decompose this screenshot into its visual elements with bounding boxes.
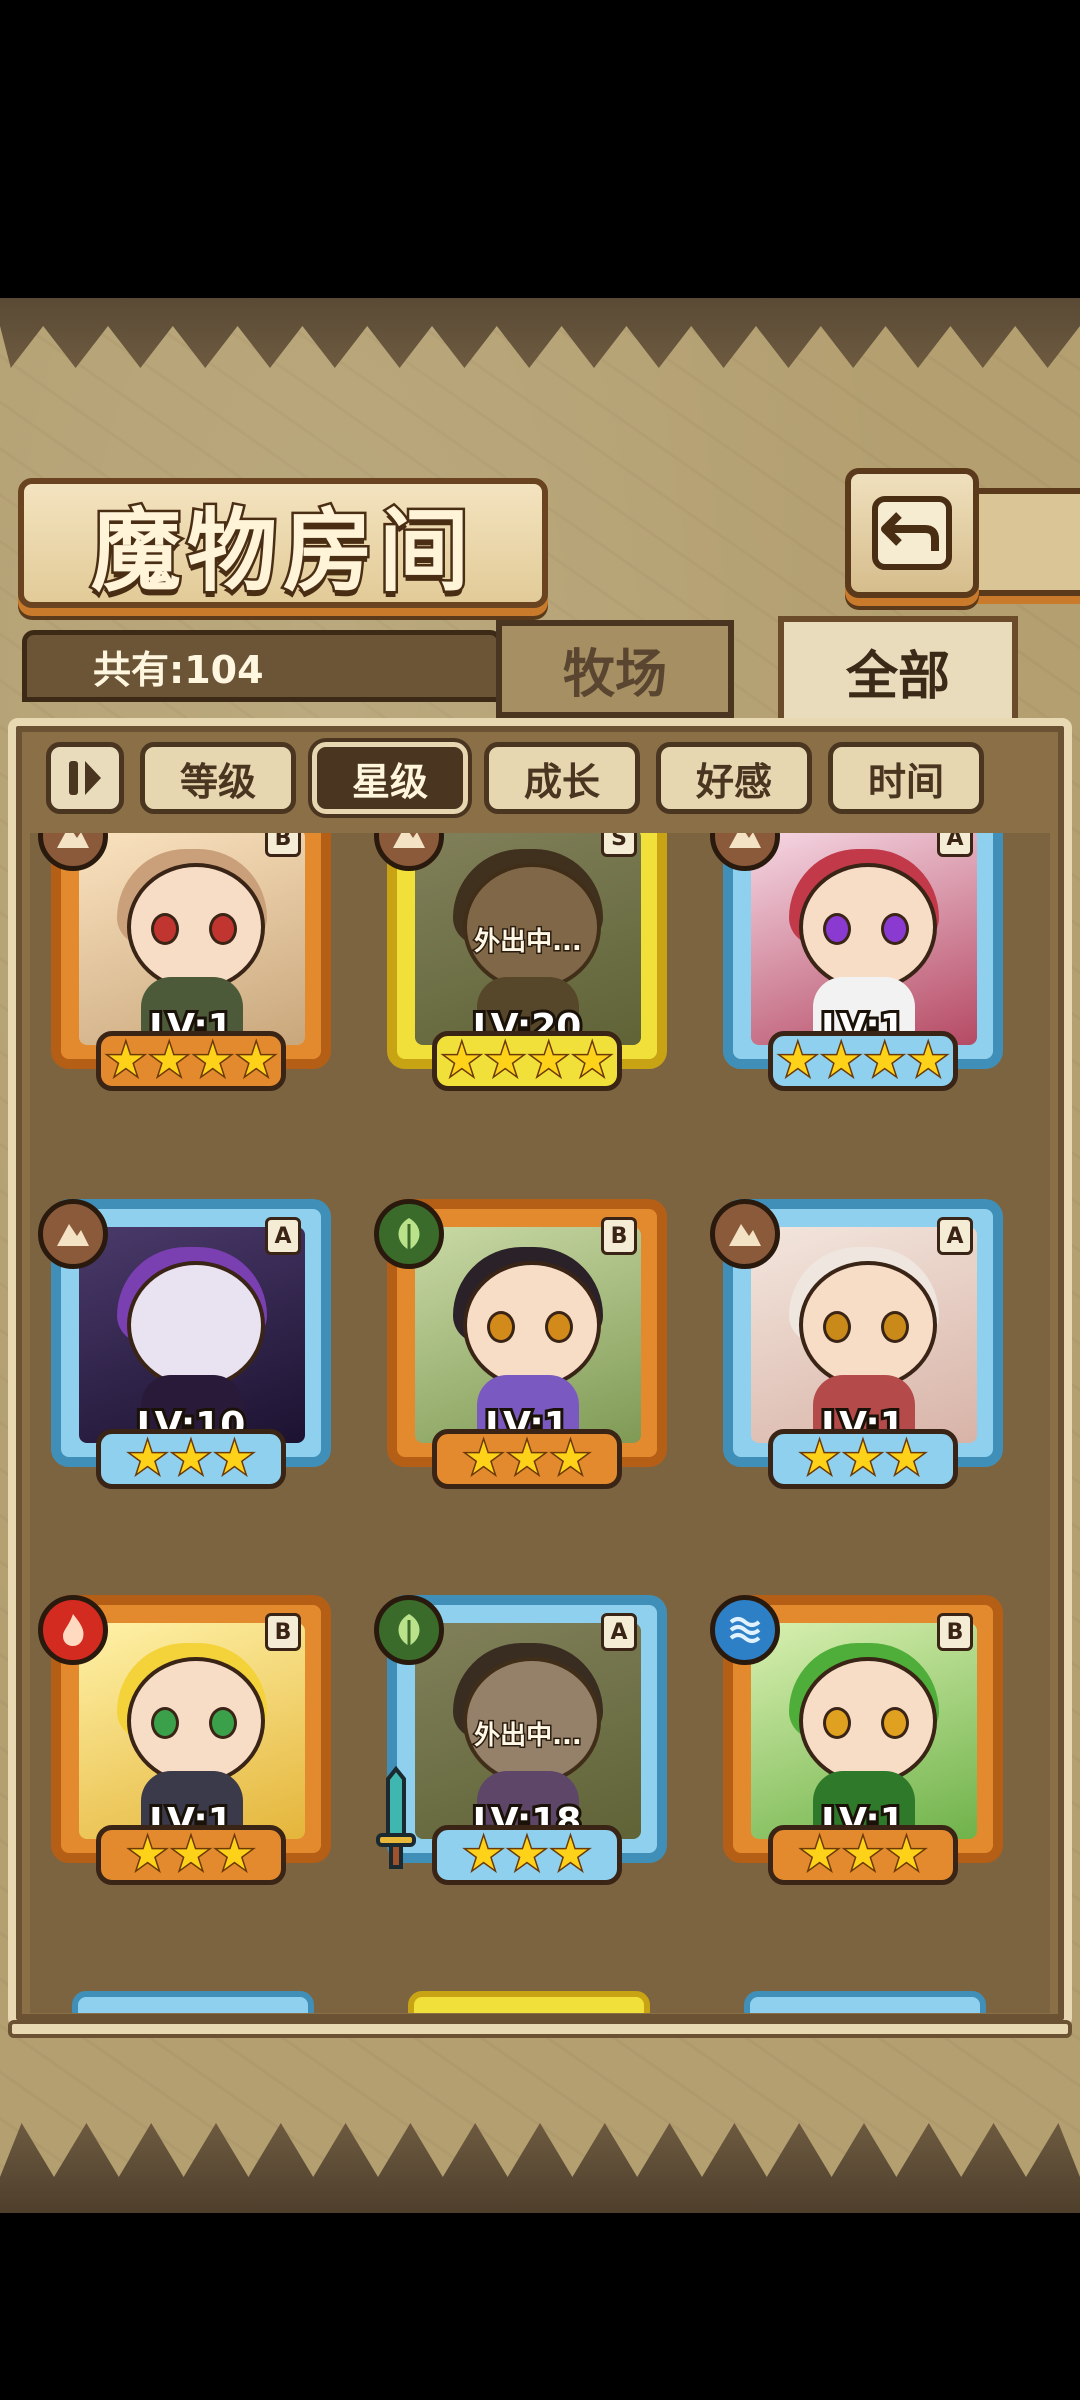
star-icon: ★ <box>863 1035 905 1086</box>
star-rating: ★ ★ ★ <box>768 1429 958 1489</box>
rank-badge: B <box>265 833 301 857</box>
sort-star-button[interactable]: 星级 <box>308 738 472 818</box>
star-rating: ★ ★ ★ <box>432 1429 622 1489</box>
star-icon: ★ <box>549 1433 591 1484</box>
back-button[interactable] <box>845 468 979 598</box>
title-plate: 魔物房间 <box>18 478 548 608</box>
panel-bottom-border <box>8 2020 1072 2038</box>
rank-badge: B <box>601 1217 637 1255</box>
star-icon: ★ <box>798 1433 840 1484</box>
star-icon: ★ <box>126 1433 168 1484</box>
star-rating: ★ ★ ★ ★ <box>768 1031 958 1091</box>
star-icon: ★ <box>441 1035 483 1086</box>
rank-badge: B <box>265 1613 301 1651</box>
water-element-icon <box>710 1595 780 1665</box>
sort-time-button[interactable]: 时间 <box>828 742 984 814</box>
sort-bar: 等级 星级 成长 好感 时间 <box>46 738 1036 818</box>
star-icon: ★ <box>126 1829 168 1880</box>
star-rating: ★ ★ ★ ★ <box>432 1031 622 1091</box>
monster-room-screen: 魔物房间 共有:104 牧场 全部 等级 星级 成长 好感 时间 B LV:1 … <box>0 298 1080 2213</box>
star-icon: ★ <box>148 1035 190 1086</box>
star-icon: ★ <box>842 1433 884 1484</box>
star-icon: ★ <box>506 1433 548 1484</box>
star-icon: ★ <box>842 1829 884 1880</box>
star-icon: ★ <box>885 1433 927 1484</box>
fire-element-icon <box>38 1595 108 1665</box>
star-rating: ★ ★ ★ <box>768 1825 958 1885</box>
star-rating: ★ ★ ★ ★ <box>96 1031 286 1091</box>
sort-affection-button[interactable]: 好感 <box>656 742 812 814</box>
rank-badge: S <box>601 833 637 857</box>
sort-growth-button[interactable]: 成长 <box>484 742 640 814</box>
star-icon: ★ <box>213 1433 255 1484</box>
away-status: 外出中... <box>473 1720 584 1753</box>
star-icon: ★ <box>235 1035 277 1086</box>
sort-order-toggle[interactable] <box>46 742 124 814</box>
monster-card-partial[interactable] <box>744 1991 986 2013</box>
star-icon: ★ <box>191 1035 233 1086</box>
monster-card[interactable]: B LV:1 ★ ★ ★ <box>36 1595 346 1915</box>
tab-all-label: 全部 <box>845 645 950 707</box>
sort-order-icon <box>69 761 101 795</box>
tab-pasture[interactable]: 牧场 <box>496 620 734 718</box>
star-icon: ★ <box>213 1829 255 1880</box>
earth-element-icon <box>710 1199 780 1269</box>
sort-time-label: 时间 <box>867 759 944 804</box>
star-icon: ★ <box>462 1829 504 1880</box>
tab-pasture-label: 牧场 <box>562 643 667 705</box>
star-icon: ★ <box>170 1433 212 1484</box>
star-icon: ★ <box>506 1829 548 1880</box>
rank-badge: B <box>937 1613 973 1651</box>
monster-card[interactable]: A LV:1 ★ ★ ★ <box>708 1199 1018 1519</box>
monster-card[interactable]: A LV:10 ★ ★ ★ <box>36 1199 346 1519</box>
star-icon: ★ <box>777 1035 819 1086</box>
star-icon: ★ <box>571 1035 613 1086</box>
monster-count-bar: 共有:104 <box>22 630 502 702</box>
monster-card[interactable]: B LV:1 ★ ★ ★ <box>708 1595 1018 1915</box>
monster-card[interactable]: B LV:1 ★ ★ ★ <box>372 1199 682 1519</box>
star-rating: ★ ★ ★ <box>96 1825 286 1885</box>
tab-all[interactable]: 全部 <box>778 616 1018 726</box>
star-icon: ★ <box>798 1829 840 1880</box>
leaf-element-icon <box>374 1595 444 1665</box>
monster-card-partial[interactable] <box>408 1991 650 2013</box>
star-icon: ★ <box>105 1035 147 1086</box>
rank-badge: A <box>601 1613 637 1651</box>
bottom-torn-border <box>0 2123 1080 2213</box>
sort-level-button[interactable]: 等级 <box>140 742 296 814</box>
rank-badge: A <box>937 833 973 857</box>
back-button-tail <box>962 488 1080 596</box>
star-icon: ★ <box>885 1829 927 1880</box>
leaf-element-icon <box>374 1199 444 1269</box>
monster-card-partial[interactable] <box>72 1991 314 2013</box>
rank-badge: A <box>937 1217 973 1255</box>
sort-level-label: 等级 <box>179 759 256 804</box>
sort-affection-label: 好感 <box>695 759 772 804</box>
monster-card[interactable]: B LV:1 ★ ★ ★ ★ <box>36 833 346 1121</box>
earth-element-icon <box>38 1199 108 1269</box>
star-rating: ★ ★ ★ <box>432 1825 622 1885</box>
page-title: 魔物房间 <box>89 496 475 607</box>
monster-card[interactable]: A LV:1 ★ ★ ★ ★ <box>708 833 1018 1121</box>
monster-count: 共有:104 <box>93 647 264 692</box>
star-icon: ★ <box>527 1035 569 1086</box>
top-torn-border <box>0 298 1080 368</box>
sword-icon <box>376 1765 416 1869</box>
sort-growth-label: 成长 <box>523 759 600 804</box>
star-icon: ★ <box>907 1035 949 1086</box>
away-status: 外出中... <box>473 926 584 959</box>
monster-card[interactable]: 外出中... A LV:18 ★ ★ ★ <box>372 1595 682 1915</box>
return-arrow-icon <box>872 496 952 570</box>
star-icon: ★ <box>820 1035 862 1086</box>
monster-card[interactable]: 外出中... S LV:20 ★ ★ ★ ★ <box>372 833 682 1121</box>
star-rating: ★ ★ ★ <box>96 1429 286 1489</box>
star-icon: ★ <box>484 1035 526 1086</box>
rank-badge: A <box>265 1217 301 1255</box>
sort-star-label: 星级 <box>351 759 428 804</box>
star-icon: ★ <box>462 1433 504 1484</box>
star-icon: ★ <box>170 1829 212 1880</box>
monster-grid[interactable]: B LV:1 ★ ★ ★ ★ 外出中... S LV:20 ★ ★ ★ ★ A … <box>30 833 1050 2013</box>
star-icon: ★ <box>549 1829 591 1880</box>
